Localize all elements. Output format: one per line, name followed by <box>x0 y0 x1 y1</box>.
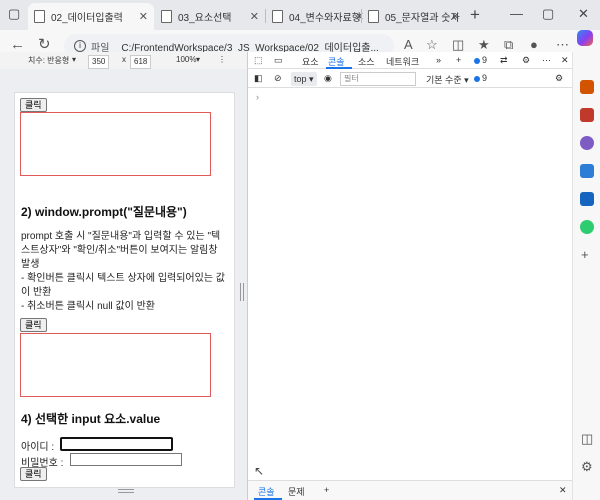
tab-title: 02_데이터입출력 <box>51 13 123 24</box>
info-icon: i <box>74 40 86 52</box>
log-level-select[interactable]: 기본 수준 ▾ <box>426 73 469 86</box>
times-label: x <box>122 55 126 64</box>
page-icon <box>272 10 283 23</box>
new-tab-icon[interactable]: + <box>470 6 480 23</box>
id-input[interactable] <box>60 437 173 451</box>
desc-line: - 확인버튼 클릭시 텍스트 상자에 입력되어있는 값이 반환 <box>21 273 225 298</box>
shopping-icon[interactable] <box>580 80 594 94</box>
output-box <box>20 333 211 397</box>
page-viewport: 클릭 2) window.prompt("질문내용") prompt 호출 시 … <box>14 92 235 488</box>
settings-gear-icon[interactable]: ⚙ <box>522 55 530 66</box>
devtools-close-icon[interactable]: ✕ <box>561 55 569 66</box>
close-icon[interactable]: ✕ <box>451 10 460 23</box>
tab-sources[interactable]: 소스 <box>358 55 375 68</box>
more-tabs-icon[interactable]: » <box>436 55 441 65</box>
tab-title: 03_요소선택 <box>178 13 232 24</box>
viewport-resize-handle[interactable] <box>118 489 134 493</box>
outlook-icon[interactable] <box>580 192 594 206</box>
devtools-panel: ⬚ ▭ 요소 콘솔 소스 네트워크 » + 9 ⇄ ⚙ ⋯ ✕ ◧ ⊘ top … <box>247 52 573 500</box>
tab-strip: 02_데이터입출력 ✕ 03_요소선택 ✕ 04_변수와자료형 ✕ 05_문자열… <box>0 0 600 30</box>
viewport-resize-handle[interactable] <box>240 283 244 301</box>
drawer-tab-issues[interactable]: 문제 <box>288 485 305 498</box>
issue-dot-icon <box>474 57 480 64</box>
sidebar-toggle-icon[interactable]: ◧ <box>254 73 263 84</box>
add-sidebar-app-icon[interactable]: + <box>581 248 589 262</box>
output-box <box>20 112 211 176</box>
tab-network[interactable]: 네트워크 <box>386 55 419 68</box>
console-prompt[interactable]: › <box>256 92 259 102</box>
console-toolbar: ◧ ⊘ top ▾ ◉ 필터 기본 수준 ▾ 9 ⚙ <box>248 70 573 88</box>
close-icon[interactable]: ✕ <box>250 10 259 23</box>
console-settings-icon[interactable]: ⚙ <box>555 73 563 84</box>
device-toolbar: 치수: 반응형 ▾ 350 x 618 100% ▾ ⋮ <box>0 52 247 69</box>
customize-icon[interactable]: ⇄ <box>500 55 508 66</box>
favorites-icon[interactable]: ★ <box>478 38 490 52</box>
page-icon <box>34 10 45 23</box>
desc-line: prompt 호출 시 "질문내용"과 입력할 수 있는 "텍스트상자"와 "확… <box>21 231 221 270</box>
copilot-icon[interactable] <box>577 30 593 46</box>
tab-actions-icon[interactable]: ▢ <box>8 6 20 22</box>
drawer-tab-console[interactable]: 콘솔 <box>258 485 275 498</box>
dimensions-select[interactable]: 치수: 반응형 <box>28 55 69 66</box>
height-input[interactable]: 618 <box>130 55 152 69</box>
issues-count[interactable]: 9 <box>474 73 487 83</box>
read-aloud-icon[interactable]: A <box>404 38 413 52</box>
filter-input[interactable]: 필터 <box>340 72 416 86</box>
tab-elements[interactable]: 요소 <box>302 55 319 68</box>
active-tab-indicator <box>326 67 352 69</box>
click-button[interactable]: 클릭 <box>20 467 47 481</box>
profile-icon[interactable]: ● <box>530 38 538 52</box>
devtools-tabbar: ⬚ ▭ 요소 콘솔 소스 네트워크 » + 9 ⇄ ⚙ ⋯ ✕ <box>248 52 573 69</box>
m365-icon[interactable] <box>580 164 594 178</box>
device-more-icon[interactable]: ⋮ <box>218 55 226 64</box>
favorite-star-icon[interactable]: ☆ <box>426 38 438 52</box>
zoom-select[interactable]: 100% <box>176 55 196 64</box>
width-input[interactable]: 350 <box>88 55 110 69</box>
split-screen-icon[interactable]: ◫ <box>452 38 464 52</box>
mouse-cursor-icon: ↖ <box>254 464 265 478</box>
chevron-down-icon: ▾ <box>196 55 201 64</box>
device-toggle-icon[interactable]: ▭ <box>274 55 283 66</box>
minimize-icon[interactable]: — <box>510 6 523 21</box>
tab-title: 04_변수와자료형 <box>289 13 361 24</box>
browser-tab[interactable]: 03_요소선택 ✕ <box>155 3 265 30</box>
section-heading: 4) 선택한 input 요소.value <box>21 412 161 426</box>
password-input[interactable] <box>70 453 182 466</box>
drop-icon[interactable] <box>580 220 594 234</box>
eye-icon[interactable]: ◉ <box>324 73 332 84</box>
clear-console-icon[interactable]: ⊘ <box>274 73 282 84</box>
page-icon <box>368 10 379 23</box>
click-button[interactable]: 클릭 <box>20 98 47 112</box>
tab-title: 05_문자열과 숫자 <box>385 13 460 24</box>
games-icon[interactable] <box>580 136 594 150</box>
inspect-icon[interactable]: ⬚ <box>254 55 263 66</box>
sidebar-layout-icon[interactable]: ◫ <box>581 432 593 446</box>
edge-sidebar: + ◫ ⚙ <box>572 52 600 500</box>
chevron-down-icon: ▾ <box>72 55 77 64</box>
sidebar-settings-icon[interactable]: ⚙ <box>581 460 593 474</box>
browser-tab[interactable]: 04_변수와자료형 ✕ <box>266 3 370 30</box>
drawer-tabbar: 콘솔 문제 + ✕ <box>248 480 573 500</box>
desc-line: - 취소버튼 클릭시 null 값이 반환 <box>21 301 155 312</box>
window-close-icon[interactable]: ✕ <box>578 6 589 22</box>
tools-icon[interactable] <box>580 108 594 122</box>
browser-tab[interactable]: 05_문자열과 숫자 ✕ <box>362 3 466 30</box>
section-heading: 2) window.prompt("질문내용") <box>21 205 187 219</box>
page-icon <box>161 10 172 23</box>
context-select[interactable]: top ▾ <box>291 72 317 86</box>
issue-dot-icon <box>474 75 480 82</box>
collections-icon[interactable]: ⧉ <box>504 38 513 52</box>
browser-tab-active[interactable]: 02_데이터입출력 ✕ <box>28 3 154 30</box>
more-icon[interactable]: ⋯ <box>556 38 569 52</box>
close-icon[interactable]: ✕ <box>139 10 148 23</box>
drawer-add-icon[interactable]: + <box>324 485 329 495</box>
drawer-close-icon[interactable]: ✕ <box>559 485 567 496</box>
id-label: 아이디 : <box>21 442 55 453</box>
maximize-icon[interactable]: ▢ <box>542 6 554 22</box>
section-description: prompt 호출 시 "질문내용"과 입력할 수 있는 "텍스트상자"와 "확… <box>21 230 226 314</box>
add-tab-icon[interactable]: + <box>456 55 461 65</box>
devtools-more-icon[interactable]: ⋯ <box>542 55 551 66</box>
issues-badge[interactable]: 9 <box>474 55 487 65</box>
click-button[interactable]: 클릭 <box>20 318 47 332</box>
